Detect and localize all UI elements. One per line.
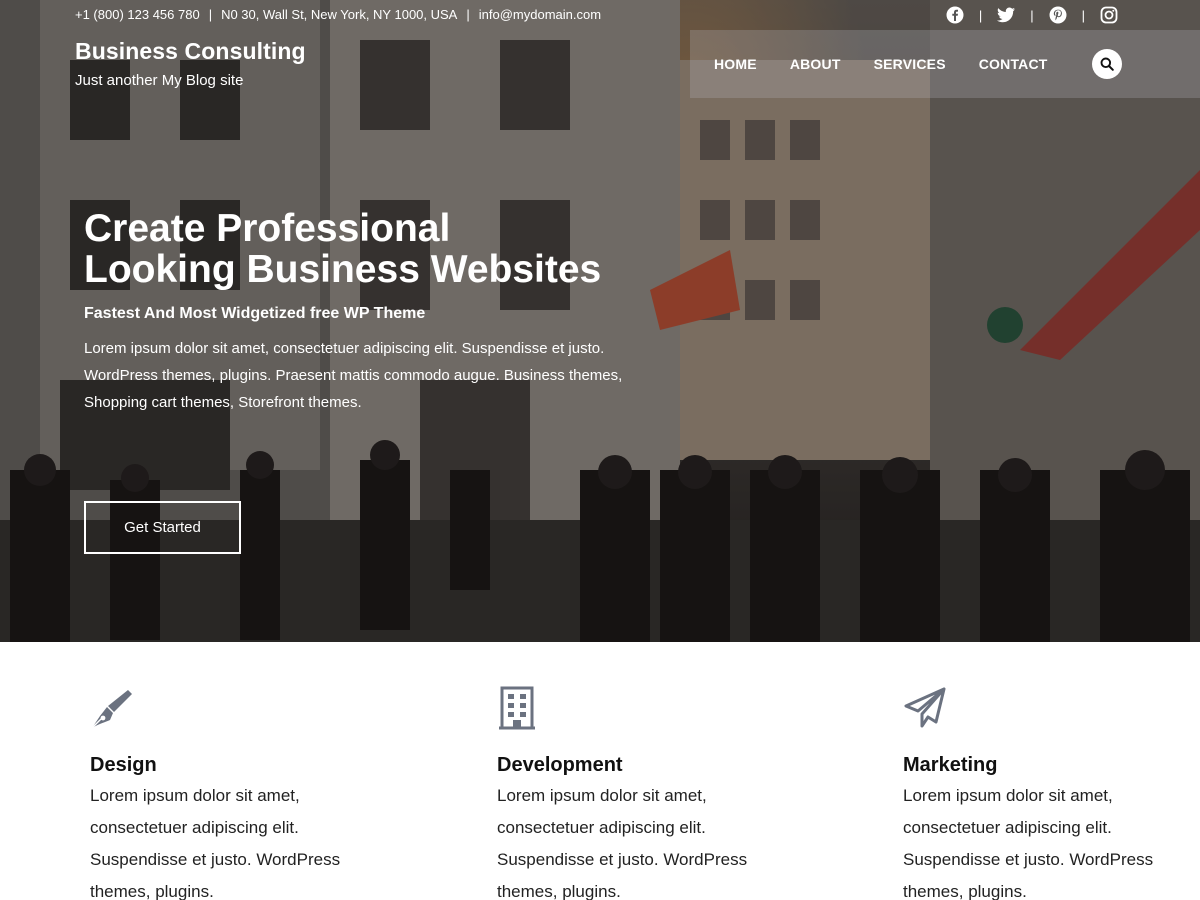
feature-title: Design	[90, 754, 157, 776]
site-tagline: Just another My Blog site	[75, 72, 244, 89]
hero-title: Create Professional Looking Business Web…	[84, 208, 684, 290]
nav-item-home[interactable]: HOME	[714, 56, 757, 72]
twitter-icon[interactable]	[997, 6, 1016, 24]
pen-icon	[91, 690, 132, 729]
feature-development: Development Lorem ipsum dolor sit amet, …	[497, 686, 797, 900]
search-icon	[1100, 57, 1114, 71]
site-title[interactable]: Business Consulting	[75, 38, 306, 65]
hero-subtitle: Fastest And Most Widgetized free WP Them…	[84, 305, 426, 322]
address-text: N0 30, Wall St, New York, NY 1000, USA	[221, 7, 458, 22]
separator: |	[466, 7, 470, 22]
contact-info: +1 (800) 123 456 780 | N0 30, Wall St, New…	[75, 7, 601, 22]
nav-item-contact[interactable]: CONTACT	[979, 56, 1048, 72]
feature-title: Development	[497, 754, 623, 776]
separator: |	[978, 7, 983, 23]
social-links: | | |	[946, 6, 1118, 24]
main-navigation: HOME ABOUT SERVICES CONTACT	[690, 30, 1200, 98]
hero-title-line-2: Looking Business Websites	[84, 248, 602, 291]
email-link[interactable]: info@mydomain.com	[479, 7, 601, 22]
features-section: Design Lorem ipsum dolor sit amet, conse…	[0, 642, 1200, 900]
building-icon	[499, 686, 535, 730]
feature-marketing: Marketing Lorem ipsum dolor sit amet, co…	[903, 686, 1200, 900]
separator: |	[208, 7, 213, 22]
pinterest-icon[interactable]	[1049, 6, 1067, 24]
nav-menu: HOME ABOUT SERVICES CONTACT	[714, 56, 1081, 72]
site-branding: Business Consulting Just another My Blog…	[75, 38, 306, 89]
feature-text: Lorem ipsum dolor sit amet, consectetuer…	[903, 786, 1154, 900]
hero-title-line-1: Create Professional	[84, 207, 451, 250]
separator: |	[1081, 7, 1085, 23]
hero-section: +1 (800) 123 456 780 | N0 30, Wall St, New…	[0, 0, 1200, 642]
feature-title: Marketing	[903, 754, 998, 776]
feature-text: Lorem ipsum dolor sit amet, consectetuer…	[497, 786, 748, 900]
top-bar: +1 (800) 123 456 780 | N0 30, Wall St, New…	[0, 0, 1200, 30]
facebook-icon[interactable]	[946, 6, 964, 24]
feature-text: Lorem ipsum dolor sit amet, consectetuer…	[90, 786, 341, 900]
instagram-icon[interactable]	[1100, 6, 1118, 24]
hero-content: Create Professional Looking Business Web…	[84, 208, 684, 416]
hero-description: Lorem ipsum dolor sit amet, consectetuer…	[84, 340, 623, 411]
feature-design: Design Lorem ipsum dolor sit amet, conse…	[90, 686, 390, 900]
get-started-button[interactable]: Get Started	[84, 501, 241, 554]
search-button[interactable]	[1092, 49, 1122, 79]
nav-item-services[interactable]: SERVICES	[874, 56, 946, 72]
paper-plane-icon	[904, 687, 946, 728]
phone-text[interactable]: +1 (800) 123 456 780	[75, 7, 200, 22]
separator: |	[1030, 7, 1034, 23]
nav-item-about[interactable]: ABOUT	[790, 56, 841, 72]
